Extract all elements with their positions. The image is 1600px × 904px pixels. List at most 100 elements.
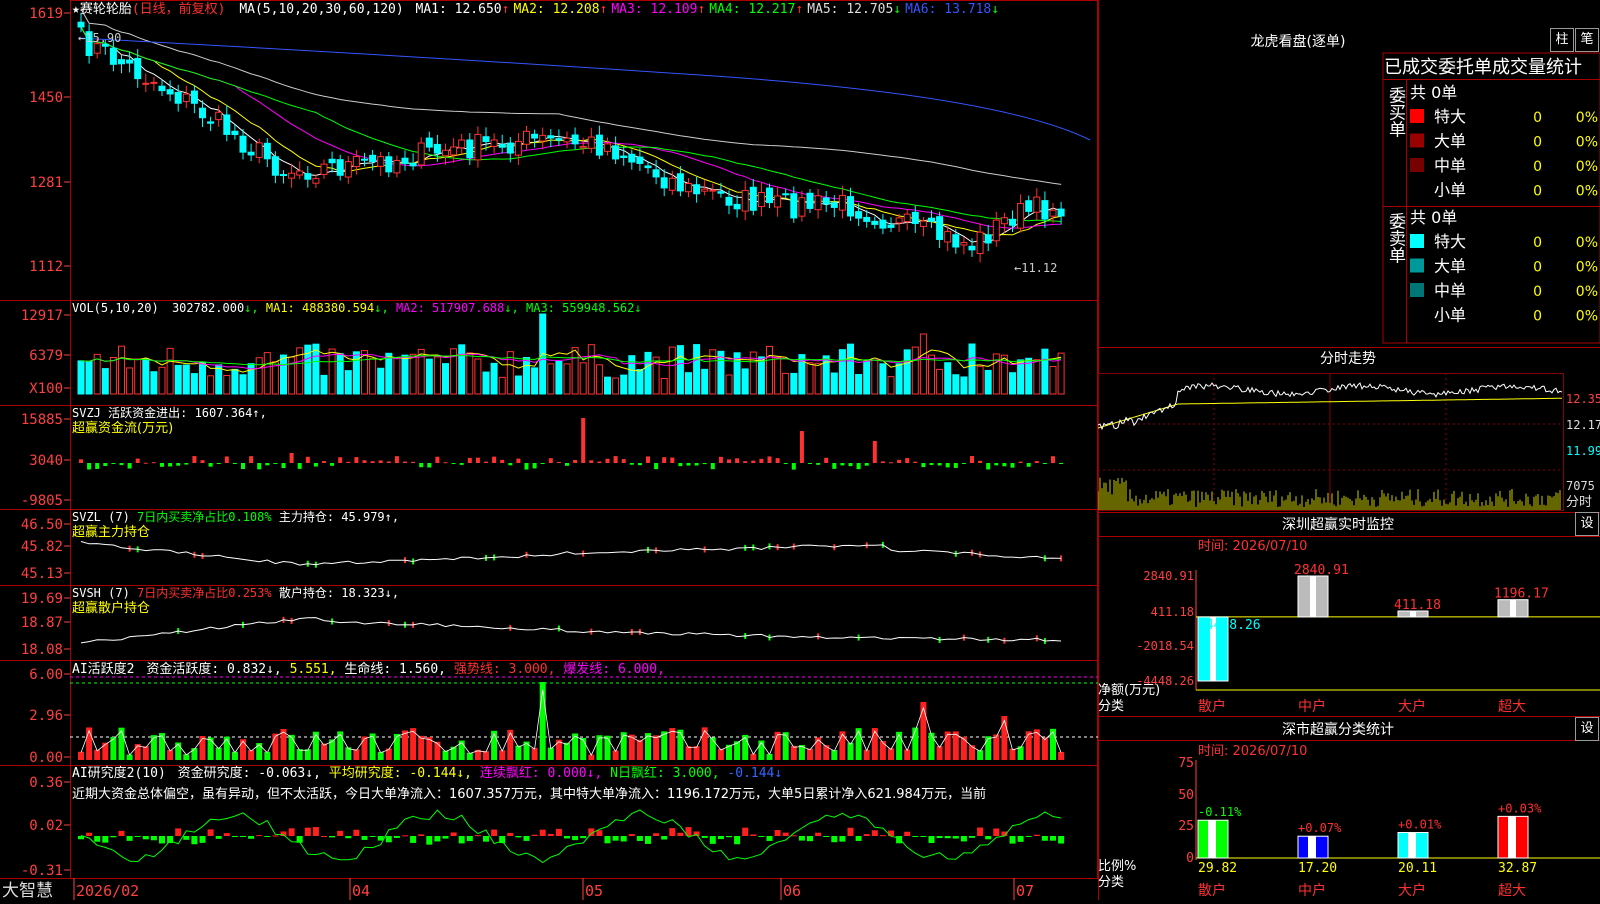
volume-bar [701,368,709,395]
volume-bar [85,361,93,395]
fund-flow-bar [767,456,772,463]
fund-flow-bar [613,456,618,463]
tick-mode-button[interactable]: 笔 [1575,28,1599,52]
y-tick-label: 45.13 [21,566,63,582]
fund-flow-bar [354,457,359,463]
fund-flow-bar [241,463,245,469]
volume-bar [101,368,109,395]
volume-bar [490,362,498,395]
activity-bar [150,735,157,760]
activity-bar [831,749,838,760]
order-pct: 0% [1576,309,1598,325]
y-tick-label: 1619 [29,6,63,22]
candle-body [304,173,312,180]
order-color-swatch [1410,182,1424,197]
research-bar [1041,836,1048,841]
fund-flow-bar [864,463,869,466]
candle-body [296,170,304,176]
research-bar [888,830,894,836]
volume-bar [830,372,838,395]
ma-arrow-2: ↑ [600,2,608,17]
candle-body [231,130,239,136]
candle-body [433,143,441,154]
y-tick-label: 12917 [21,308,63,324]
y-tick-label: 15885 [21,412,63,428]
activity-bar [782,732,789,760]
research-bar [604,836,611,844]
activity-bar [418,735,425,760]
candle-body [328,158,336,164]
monitor-value-label: 411.18 [1394,598,1441,613]
holding-line [80,541,1062,566]
activity-bar [653,735,660,760]
bar-mode-button[interactable]: 柱 [1550,28,1574,52]
fs-volume-bars [1097,477,1561,510]
candle-body [822,197,830,205]
research-bar [491,829,498,836]
candle-body [150,81,158,84]
candle-body [766,187,773,204]
fund-flow-bar [378,460,383,463]
research-bar [636,836,643,841]
fund-flow-bar [265,463,270,466]
volume-bar [741,368,749,395]
fund-flow-bar [727,459,731,463]
activity-bar [304,749,311,760]
fund-flow-bar [718,456,723,463]
class-bar-highlight [1208,820,1216,858]
svzl-caption: SVZL (7) 7日内买卖净占比0.108% 主力持仓: 45.979↑, [72,509,399,524]
activity-bar [215,747,222,760]
candle-body [830,202,838,208]
volume-bar [887,376,895,395]
candle-body [757,192,765,208]
activity-bar [515,745,522,760]
class-settings-button[interactable]: 设 [1575,717,1599,741]
volume-bar [312,343,320,395]
volume-bar [960,376,968,395]
order-color-swatch [1410,258,1424,273]
fund-flow-bar [1002,463,1007,467]
fs-tick-low: 11.99 [1566,444,1600,458]
candlesticks[interactable] [77,12,1065,263]
fund-flow-bar [200,460,205,463]
activity-bar [531,747,538,760]
volume-bar [806,362,814,395]
activity-bar [871,728,878,760]
research-bar [839,836,846,842]
fs-tick-high: 12.35 [1566,392,1600,406]
research-bar [329,836,336,838]
research-bar [361,836,368,840]
class-tick: 0 [1186,851,1194,866]
monitor-tick: 2840.91 [1143,569,1194,583]
candle-body [774,195,782,208]
volume-bar [612,377,620,395]
fund-flow-bar [394,456,399,463]
fund-flow-bar [759,458,764,463]
research-bar [985,836,992,840]
class-bar-highlight [1408,832,1416,858]
activity-bar [604,735,611,760]
fund-flow-bar [160,463,164,467]
volume-bar [1033,359,1041,395]
activity-bar [491,730,498,760]
research-bar [523,836,530,841]
class-title: 深市超赢分类统计 [1282,721,1394,738]
research-bar [977,827,984,836]
monitor-ylabel: 净额(万元) [1098,683,1160,698]
volume-bar [847,343,854,395]
activity-bar [790,745,797,760]
activity-bar [207,737,214,760]
candle-body [369,154,377,163]
fund-flow-bar [313,463,318,467]
fund-flow-bar [556,461,561,463]
research-bar [896,836,903,844]
monitor-bar-chart: 2840.91411.18-2018.54-4448.26-4448.26散户2… [1136,563,1600,715]
x-axis-label: 07 [1016,882,1034,900]
monitor-settings-button[interactable]: 设 [1575,512,1599,536]
candle-body [741,189,749,212]
fund-flow-bar [289,453,294,463]
y-tick-label: 6.00 [29,667,63,683]
activity-bar [539,682,546,760]
research-bar [555,828,562,836]
fund-flow-bar [686,463,691,466]
